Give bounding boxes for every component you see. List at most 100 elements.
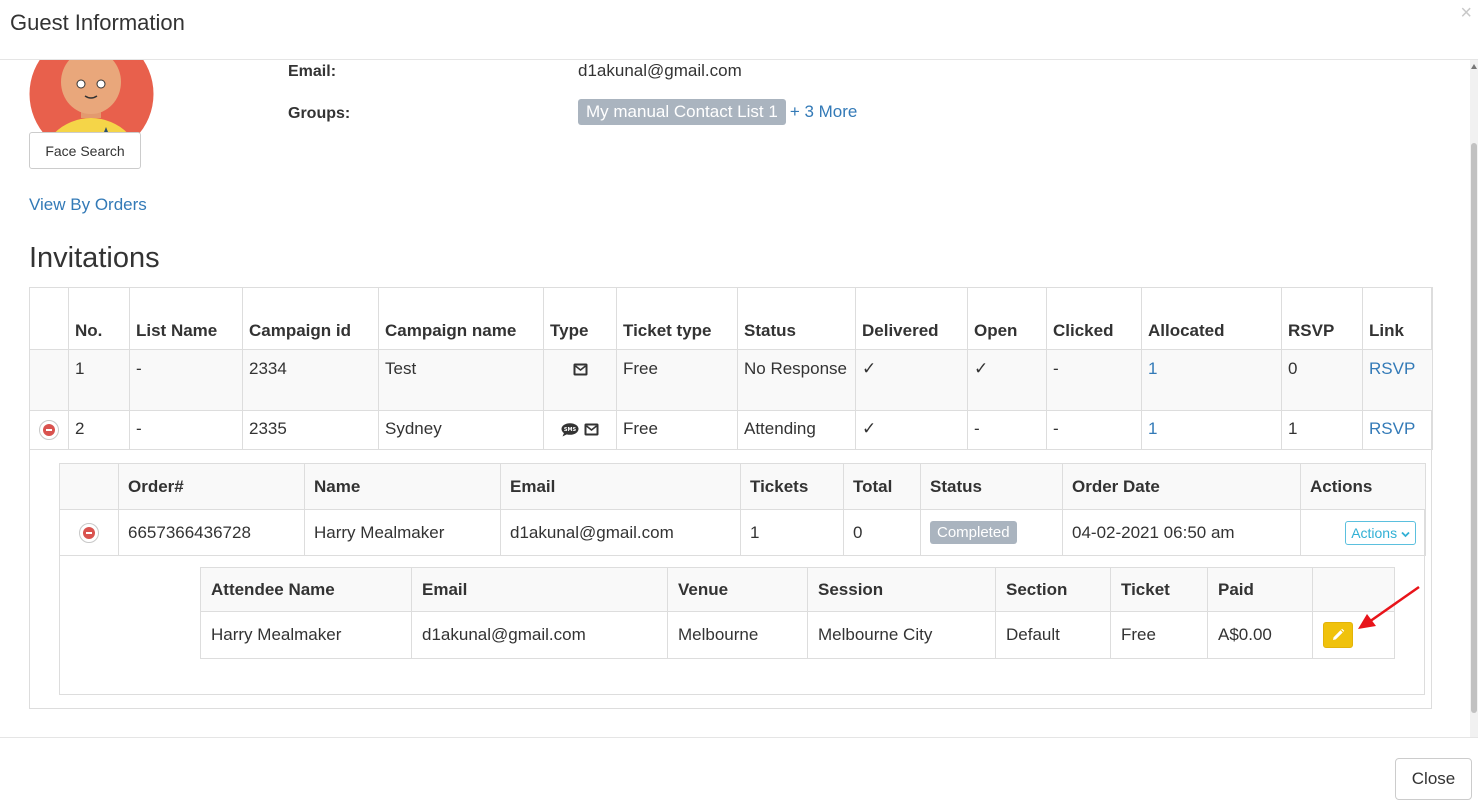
cell-venue: Melbourne — [667, 611, 808, 659]
cell-campaign-id: 2335 — [242, 410, 379, 450]
expand-cell — [29, 349, 69, 411]
cell-delivered: ✓ — [855, 410, 968, 450]
expand-cell — [29, 410, 69, 450]
cell-list-name: - — [129, 349, 243, 411]
col-clicked: Clicked — [1046, 287, 1142, 350]
view-by-orders-link[interactable]: View By Orders — [29, 195, 147, 215]
col-status: Status — [737, 287, 856, 350]
cell-list-name: - — [129, 410, 243, 450]
order-row: 6657366436728 Harry Mealmaker d1akunal@g… — [59, 509, 1426, 556]
cell-campaign-name: Test — [378, 349, 544, 411]
cell-email: d1akunal@gmail.com — [411, 611, 668, 659]
svg-text:SMS: SMS — [564, 427, 577, 433]
cell-open: ✓ — [967, 349, 1047, 411]
sms-icon: SMS — [561, 422, 579, 437]
expand-cell — [59, 509, 119, 556]
cell-clicked: - — [1046, 349, 1142, 411]
cell-campaign-name: Sydney — [378, 410, 544, 450]
col-delivered: Delivered — [855, 287, 968, 350]
col-venue: Venue — [667, 567, 808, 612]
col-no: No. — [68, 287, 130, 350]
scroll-up-arrow-icon[interactable] — [1471, 64, 1477, 69]
cell-ticket: Free — [1110, 611, 1208, 659]
cell-name: Harry Mealmaker — [304, 509, 501, 556]
cell-link: RSVP — [1362, 349, 1433, 411]
invitations-table: No. List Name Campaign id Campaign name … — [29, 287, 1433, 450]
modal-footer: Close — [0, 737, 1478, 809]
col-expand — [29, 287, 69, 350]
email-value: d1akunal@gmail.com — [578, 61, 742, 80]
col-attendee-name: Attendee Name — [200, 567, 412, 612]
cell-order-date: 04-02-2021 06:50 am — [1062, 509, 1301, 556]
cell-status: No Response — [737, 349, 856, 411]
collapse-row-icon[interactable] — [39, 420, 59, 441]
orders-header-row: Order# Name Email Tickets Total Status O… — [59, 463, 1426, 510]
close-x-icon[interactable]: × — [1460, 2, 1472, 24]
cell-total: 0 — [843, 509, 921, 556]
col-order-no: Order# — [118, 463, 305, 510]
cell-type: SMS — [543, 410, 617, 450]
cell-section: Default — [995, 611, 1111, 659]
allocated-link[interactable]: 1 — [1148, 359, 1157, 378]
chevron-down-icon — [1401, 531, 1410, 537]
cell-delivered: ✓ — [855, 349, 968, 411]
face-search-button[interactable]: Face Search — [29, 132, 141, 169]
col-email: Email — [500, 463, 741, 510]
col-rsvp: RSVP — [1281, 287, 1363, 350]
rsvp-link[interactable]: RSVP — [1369, 359, 1415, 378]
cell-allocated: 1 — [1141, 410, 1282, 450]
email-icon — [584, 423, 599, 436]
attendees-table: Attendee Name Email Venue Session Sectio… — [200, 567, 1395, 659]
close-button[interactable]: Close — [1395, 758, 1472, 800]
col-status: Status — [920, 463, 1063, 510]
scrollbar-thumb[interactable] — [1471, 143, 1477, 713]
orders-table: Order# Name Email Tickets Total Status O… — [59, 463, 1426, 556]
cell-session: Melbourne City — [807, 611, 996, 659]
cell-campaign-id: 2334 — [242, 349, 379, 411]
cell-type — [543, 349, 617, 411]
invitation-row: 1 - 2334 Test Free No Response ✓ ✓ - 1 0… — [29, 349, 1433, 411]
cell-email: d1akunal@gmail.com — [500, 509, 741, 556]
group-badge: My manual Contact List 1 — [578, 99, 786, 125]
annotation-arrow-icon — [1358, 585, 1420, 629]
cell-actions: Actions — [1300, 509, 1426, 556]
cell-attendee-name: Harry Mealmaker — [200, 611, 412, 659]
col-ticket: Ticket — [1110, 567, 1208, 612]
cell-no: 1 — [68, 349, 130, 411]
allocated-link[interactable]: 1 — [1148, 419, 1157, 438]
cell-ticket-type: Free — [616, 410, 738, 450]
cell-no: 2 — [68, 410, 130, 450]
groups-value: My manual Contact List 1 + 3 More — [578, 99, 857, 125]
rsvp-link[interactable]: RSVP — [1369, 419, 1415, 438]
cell-rsvp: 0 — [1281, 349, 1363, 411]
invitations-header-row: No. List Name Campaign id Campaign name … — [29, 287, 1433, 350]
invitation-row: 2 - 2335 Sydney SMS Free Attending ✓ - -… — [29, 410, 1433, 450]
groups-label: Groups: — [288, 105, 351, 122]
invitations-panel: No. List Name Campaign id Campaign name … — [29, 287, 1433, 709]
col-expand — [59, 463, 119, 510]
col-link: Link — [1362, 287, 1433, 350]
cell-tickets: 1 — [740, 509, 844, 556]
collapse-order-icon[interactable] — [79, 522, 99, 543]
invitations-title: Invitations — [29, 242, 160, 274]
edit-attendee-button[interactable] — [1323, 622, 1353, 648]
email-icon — [573, 363, 587, 376]
col-open: Open — [967, 287, 1047, 350]
email-label: Email: — [288, 63, 337, 80]
col-type: Type — [543, 287, 617, 350]
modal-title: Guest Information — [10, 10, 185, 35]
col-paid: Paid — [1207, 567, 1313, 612]
col-allocated: Allocated — [1141, 287, 1282, 350]
status-badge: Completed — [930, 521, 1017, 544]
cell-paid: A$0.00 — [1207, 611, 1313, 659]
more-groups-link[interactable]: + 3 More — [790, 102, 858, 121]
actions-dropdown[interactable]: Actions — [1345, 520, 1416, 545]
cell-status: Attending — [737, 410, 856, 450]
modal-header: Guest Information × — [0, 0, 1478, 60]
cell-link: RSVP — [1362, 410, 1433, 450]
cell-rsvp: 1 — [1281, 410, 1363, 450]
cell-clicked: - — [1046, 410, 1142, 450]
col-order-date: Order Date — [1062, 463, 1301, 510]
modal-body: Face Search Email: d1akunal@gmail.com Gr… — [0, 60, 1470, 737]
attendee-row: Harry Mealmaker d1akunal@gmail.com Melbo… — [200, 611, 1395, 659]
